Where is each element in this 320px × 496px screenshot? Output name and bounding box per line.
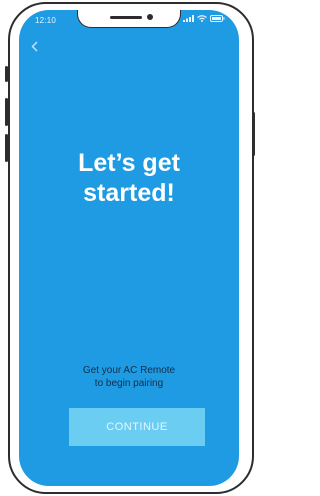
volume-down-button (5, 134, 8, 162)
instruction-text: Get your AC Remote to begin pairing (82, 365, 176, 389)
status-icons (183, 15, 225, 22)
status-time: 12:10 (35, 16, 57, 25)
silent-switch (5, 66, 8, 82)
notch (77, 10, 181, 28)
volume-up-button (5, 98, 8, 126)
signal-icon (183, 15, 194, 22)
battery-icon (210, 15, 225, 22)
speaker-grille (110, 16, 142, 19)
back-button[interactable] (31, 40, 38, 56)
app-screen: 12:10 Let’s get started! Get your AC Rem… (19, 10, 239, 486)
chevron-left-icon (31, 41, 38, 52)
page-title: Let’s get started! (78, 149, 180, 207)
power-button (252, 112, 255, 156)
wifi-icon (197, 15, 207, 22)
front-camera (147, 14, 153, 20)
continue-button[interactable]: CONTINUE (69, 408, 205, 446)
